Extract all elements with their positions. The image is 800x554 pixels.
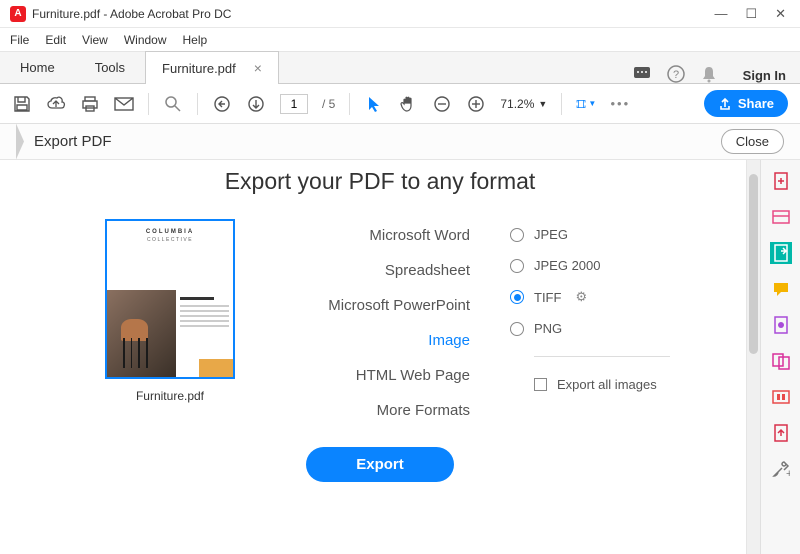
page-total: / 5 <box>322 97 335 111</box>
tabbar: Home Tools Furniture.pdf × ? Sign In <box>0 52 800 84</box>
tab-close-icon[interactable]: × <box>254 60 262 76</box>
optimize-icon[interactable] <box>770 422 792 444</box>
format-list: Microsoft Word Spreadsheet Microsoft Pow… <box>290 219 470 419</box>
help-icon[interactable]: ? <box>667 65 685 83</box>
protect-icon[interactable] <box>770 386 792 408</box>
option-tiff[interactable]: TIFF⚙ <box>510 289 670 305</box>
thumbnail-column: COLUMBIA COLLECTIVE <box>90 219 250 403</box>
workspace: Export your PDF to any format COLUMBIA C… <box>0 160 760 554</box>
share-label: Share <box>738 96 774 111</box>
page-number-input[interactable] <box>280 94 308 114</box>
breadcrumb-chevron <box>16 124 24 160</box>
checkbox-icon <box>534 378 547 391</box>
organize-icon[interactable] <box>770 314 792 336</box>
thumbnail-filename: Furniture.pdf <box>136 389 204 403</box>
select-tool-icon[interactable] <box>364 94 384 114</box>
zoom-in-icon[interactable] <box>466 94 486 114</box>
format-image[interactable]: Image <box>428 332 470 349</box>
zoom-out-icon[interactable] <box>432 94 452 114</box>
maximize-button[interactable]: ☐ <box>745 6 757 22</box>
close-window-button[interactable]: ✕ <box>775 6 786 22</box>
format-html[interactable]: HTML Web Page <box>356 367 470 384</box>
tab-tools[interactable]: Tools <box>75 52 145 83</box>
option-jpeg[interactable]: JPEG <box>510 227 670 242</box>
search-icon[interactable] <box>163 94 183 114</box>
panel-header: Export PDF Close <box>0 124 800 160</box>
format-powerpoint[interactable]: Microsoft PowerPoint <box>328 297 470 314</box>
right-toolbar: + <box>760 160 800 554</box>
option-png[interactable]: PNG <box>510 321 670 336</box>
tab-document-label: Furniture.pdf <box>162 61 236 76</box>
minimize-button[interactable]: — <box>714 6 727 22</box>
print-icon[interactable] <box>80 94 100 114</box>
prev-page-icon[interactable] <box>212 94 232 114</box>
window-title: Furniture.pdf - Adobe Acrobat Pro DC <box>32 7 714 21</box>
export-button[interactable]: Export <box>306 447 454 482</box>
next-page-icon[interactable] <box>246 94 266 114</box>
bell-icon[interactable] <box>701 65 717 83</box>
gear-icon[interactable]: ⚙ <box>575 289 587 305</box>
create-pdf-icon[interactable] <box>770 170 792 192</box>
app-icon: A <box>10 6 26 22</box>
scrollbar-thumb[interactable] <box>749 174 758 354</box>
svg-text:?: ? <box>673 69 679 81</box>
combine-icon[interactable] <box>770 350 792 372</box>
menu-edit[interactable]: Edit <box>45 33 66 47</box>
thumb-text-area <box>176 290 233 378</box>
more-tools-icon[interactable]: ••• <box>610 94 630 114</box>
options-list: JPEG JPEG 2000 TIFF⚙ PNG Export all imag… <box>510 219 670 392</box>
export-pdf-icon[interactable] <box>770 242 792 264</box>
more-tools-icon[interactable]: + <box>770 458 792 480</box>
format-word[interactable]: Microsoft Word <box>369 227 470 244</box>
share-icon <box>718 97 732 111</box>
tab-home[interactable]: Home <box>0 52 75 83</box>
format-more[interactable]: More Formats <box>377 402 470 419</box>
options-divider <box>534 356 670 357</box>
menu-help[interactable]: Help <box>183 33 208 47</box>
radio-icon <box>510 259 524 273</box>
thumb-brand1: COLUMBIA <box>115 229 225 235</box>
page-heading: Export your PDF to any format <box>225 168 536 195</box>
menubar: File Edit View Window Help <box>0 28 800 52</box>
sign-in-link[interactable]: Sign In <box>729 68 800 83</box>
radio-icon <box>510 322 524 336</box>
fit-page-icon[interactable]: ▼ <box>576 94 596 114</box>
comment-icon[interactable] <box>770 278 792 300</box>
hand-tool-icon[interactable] <box>398 94 418 114</box>
edit-pdf-icon[interactable] <box>770 206 792 228</box>
radio-icon <box>510 228 524 242</box>
mail-icon[interactable] <box>114 94 134 114</box>
menu-window[interactable]: Window <box>124 33 167 47</box>
scrollbar[interactable] <box>746 160 760 554</box>
svg-text:+: + <box>786 468 790 478</box>
chat-icon[interactable] <box>633 66 651 82</box>
menu-view[interactable]: View <box>82 33 108 47</box>
option-jpeg2000[interactable]: JPEG 2000 <box>510 258 670 273</box>
panel-title: Export PDF <box>34 133 112 150</box>
menu-file[interactable]: File <box>10 33 29 47</box>
titlebar: A Furniture.pdf - Adobe Acrobat Pro DC —… <box>0 0 800 28</box>
format-spreadsheet[interactable]: Spreadsheet <box>385 262 470 279</box>
radio-icon <box>510 290 524 304</box>
export-all-checkbox[interactable]: Export all images <box>534 377 670 392</box>
save-icon[interactable] <box>12 94 32 114</box>
close-panel-button[interactable]: Close <box>721 129 784 154</box>
thumb-image <box>107 290 176 378</box>
document-thumbnail[interactable]: COLUMBIA COLLECTIVE <box>105 219 235 379</box>
tab-document[interactable]: Furniture.pdf × <box>145 51 279 84</box>
zoom-dropdown[interactable]: 71.2%▼ <box>500 97 547 111</box>
thumb-brand2: COLLECTIVE <box>115 237 225 243</box>
cloud-icon[interactable] <box>46 94 66 114</box>
toolbar: / 5 71.2%▼ ▼ ••• Share <box>0 84 800 124</box>
share-button[interactable]: Share <box>704 90 788 117</box>
